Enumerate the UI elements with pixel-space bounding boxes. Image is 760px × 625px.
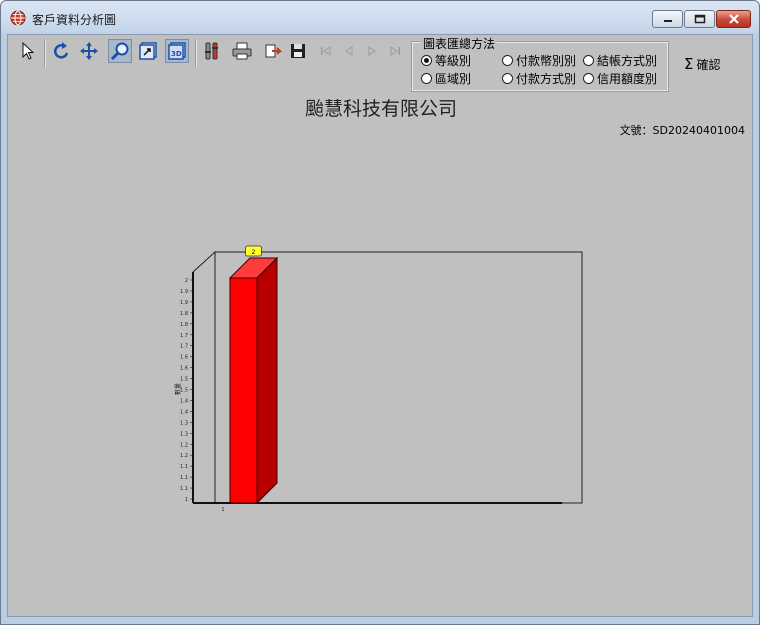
bar: 2 [228, 245, 279, 505]
y-tick-label: 1.6 [180, 366, 188, 372]
y-tick-label: 1.4 [180, 409, 188, 415]
bar-side [256, 256, 278, 505]
chart-bars: 2 [228, 245, 279, 505]
y-tick-label: 1.1 [180, 475, 188, 481]
maximize-icon [685, 11, 714, 27]
y-tick-label: 1.7 [180, 344, 188, 350]
y-tick-label: 1.5 [180, 377, 188, 383]
minimize-button[interactable] [652, 10, 683, 28]
y-tick-label: 1.2 [180, 442, 188, 448]
y-tick-label: 1.1 [180, 464, 188, 470]
y-tick-label: 2 [185, 278, 188, 284]
app-globe-icon [10, 10, 26, 26]
window-title: 客戶資料分析圖 [32, 13, 117, 27]
client-area: 3D 圖表匯總方法 等級別 區域別 付款幣別別 付款方式別 結帳方式別 信用額度… [7, 34, 753, 617]
y-tick-label: 1.3 [180, 431, 188, 437]
y-tick-label: 1.9 [180, 289, 188, 295]
y-tick-label: 1.9 [180, 300, 188, 306]
y-tick-label: 1.6 [180, 355, 188, 361]
y-tick-label: 1.2 [180, 453, 188, 459]
y-tick-label: 1.8 [180, 311, 188, 317]
y-tick-label: 1.1 [180, 486, 188, 492]
y-tick-label: 1.7 [180, 333, 188, 339]
y-tick-label: 1.3 [180, 420, 188, 426]
x-tick-label: 1 [221, 507, 224, 513]
data-label: 2 [252, 249, 256, 256]
maximize-button[interactable] [684, 10, 715, 28]
y-tick-label: 1.4 [180, 398, 188, 404]
bar-front [229, 277, 258, 504]
y-tick-label: 1.8 [180, 322, 188, 328]
y-tick-label: 1 [185, 497, 188, 503]
title-bar[interactable]: 客戶資料分析圖 [1, 1, 759, 35]
close-icon [717, 11, 750, 27]
y-axis-label: 數量 [174, 383, 182, 395]
left-wall [192, 250, 216, 504]
close-button[interactable] [716, 10, 751, 28]
bar-chart: 11.11.11.11.21.21.31.31.41.41.51.51.61.6… [174, 245, 583, 513]
chart-window: 客戶資料分析圖 3D 圖表匯總方法 等級別 區域別 付款幣別別 付款方式別 結帳… [0, 0, 760, 625]
minimize-icon [653, 11, 682, 27]
